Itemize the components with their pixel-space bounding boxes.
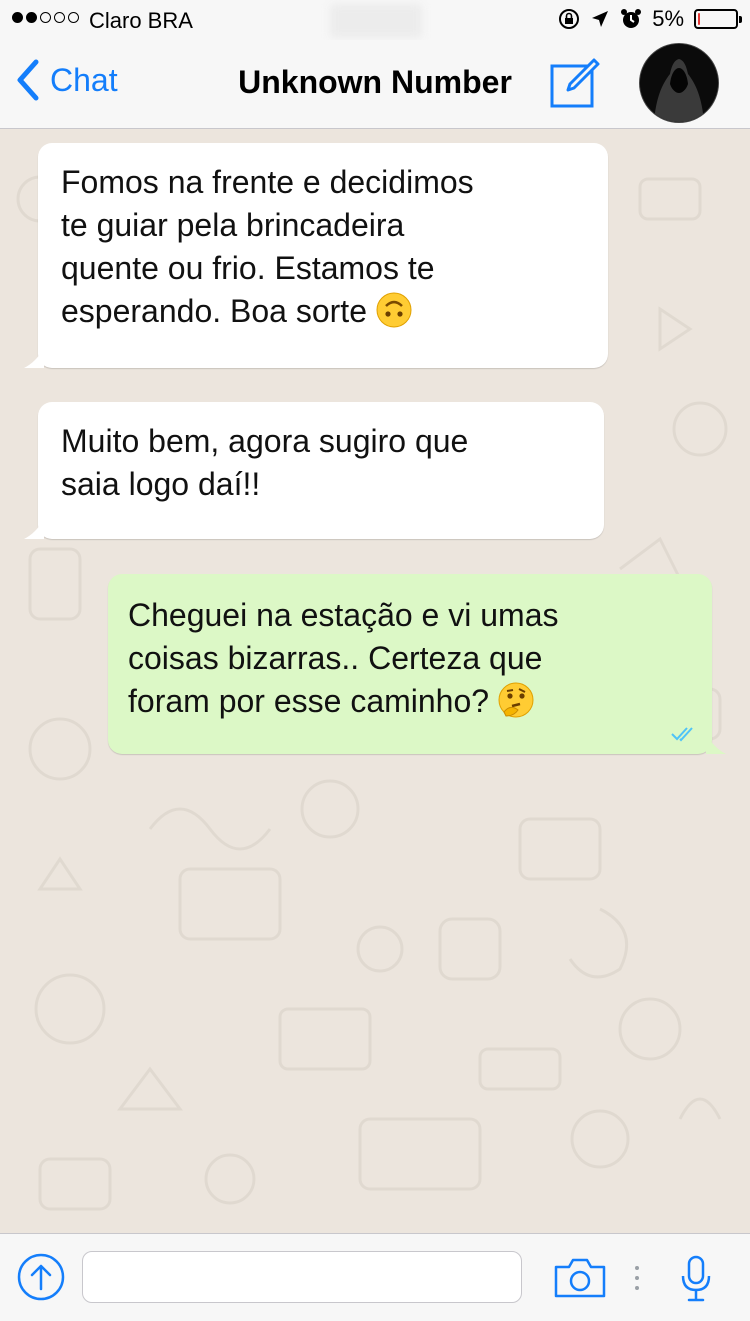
message-line: saia logo daí!! bbox=[61, 466, 261, 502]
status-bar: Claro BRA 5% bbox=[0, 0, 750, 40]
message-line: Muito bem, agora sugiro que bbox=[61, 423, 469, 459]
input-bar bbox=[0, 1233, 750, 1321]
message-bubble-incoming[interactable]: Muito bem, agora sugiro que saia logo da… bbox=[24, 402, 604, 539]
thinking-face-emoji bbox=[498, 682, 534, 718]
message-bubble-incoming[interactable]: Fomos na frente e decidimos te guiar pel… bbox=[24, 143, 608, 368]
compose-icon bbox=[550, 58, 600, 108]
blurred-clock bbox=[330, 4, 422, 38]
camera-button[interactable] bbox=[553, 1257, 607, 1304]
read-receipt-icon bbox=[671, 727, 693, 742]
rotation-lock-icon bbox=[559, 9, 580, 29]
message-line: Fomos na frente e decidimos bbox=[61, 164, 474, 200]
chat-area[interactable]: Fomos na frente e decidimos te guiar pel… bbox=[0, 129, 750, 1233]
microphone-button[interactable] bbox=[679, 1254, 713, 1309]
upload-button[interactable] bbox=[17, 1253, 65, 1306]
status-icons: 5% bbox=[558, 6, 742, 32]
message-line: coisas bizarras.. Certeza que bbox=[128, 640, 543, 676]
message-line: Cheguei na estação e vi umas bbox=[128, 597, 559, 633]
location-arrow-icon bbox=[592, 11, 609, 27]
alarm-icon bbox=[621, 9, 642, 28]
message-line: quente ou frio. Estamos te bbox=[61, 250, 435, 286]
bubble-tail bbox=[24, 519, 44, 539]
camera-icon bbox=[554, 1258, 606, 1298]
upload-icon bbox=[17, 1253, 65, 1301]
microphone-icon bbox=[681, 1255, 711, 1302]
contact-avatar[interactable] bbox=[640, 44, 718, 122]
compose-button[interactable] bbox=[548, 56, 602, 115]
bubble-tail bbox=[24, 348, 44, 368]
battery-percent: 5% bbox=[652, 6, 684, 31]
upside-down-face-emoji bbox=[376, 292, 412, 328]
navigation-bar: Chat Unknown Number bbox=[0, 40, 750, 129]
message-line: esperando. Boa sorte bbox=[61, 293, 367, 329]
message-line: te guiar pela brincadeira bbox=[61, 207, 405, 243]
hooded-figure-image bbox=[640, 44, 718, 122]
signal-strength-icon bbox=[12, 12, 79, 23]
message-input[interactable] bbox=[82, 1251, 522, 1303]
more-dots-icon bbox=[633, 1264, 641, 1297]
battery-icon bbox=[694, 9, 742, 29]
carrier-name: Claro BRA bbox=[89, 8, 193, 33]
contact-name[interactable]: Unknown Number bbox=[0, 64, 750, 101]
bubble-tail bbox=[706, 734, 726, 754]
message-bubble-outgoing[interactable]: Cheguei na estação e vi umas coisas biza… bbox=[108, 574, 726, 754]
message-line: foram por esse caminho? bbox=[128, 683, 490, 719]
